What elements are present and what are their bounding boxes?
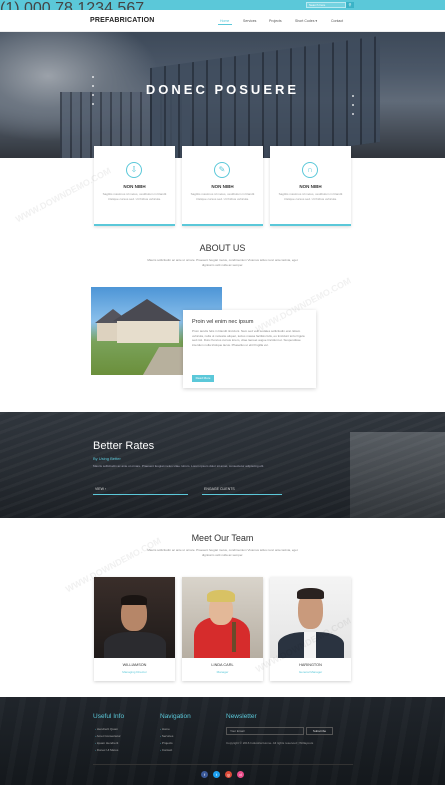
footer-useful-title: Useful Info <box>93 713 125 720</box>
footer-nav-link[interactable]: Projects <box>160 741 173 745</box>
footer-nav-title: Navigation <box>160 713 191 720</box>
subscribe-button[interactable]: Subscribe <box>306 727 333 735</box>
nav-short-codes[interactable]: Short Codes ▾ <box>295 19 317 23</box>
copyright-text: Copyright © 2016 Industrial Home. All ri… <box>226 741 314 745</box>
member-photo <box>270 577 351 658</box>
footer-nav-link[interactable]: Services <box>160 734 174 738</box>
member-name: LINDA CARL <box>211 663 234 667</box>
footer-useful-link[interactable]: Amet Consectetur <box>95 734 121 738</box>
about-title: ABOUT US <box>199 243 246 253</box>
dribbble-icon[interactable]: d <box>237 771 244 778</box>
member-name: HARINGTON <box>299 663 322 667</box>
team-text: Mauris sollicitudin ac ante ut ornare. P… <box>147 548 298 557</box>
facebook-icon[interactable]: f <box>201 771 208 778</box>
feature-title: NON NIBH <box>211 184 234 189</box>
rates-engage-link[interactable]: ENGAGE CLIENTS <box>204 487 235 491</box>
google-plus-icon[interactable]: g <box>225 771 232 778</box>
about-box: Proin vel enim nec ipsum Proin iaculis f… <box>183 310 316 388</box>
rates-view-link[interactable]: VIEW › <box>95 487 106 491</box>
footer-divider <box>93 764 353 765</box>
rates-subtitle: By Using Better <box>93 456 121 461</box>
footer-nav-link[interactable]: Contact <box>160 748 172 752</box>
team-member-card: WILLIAMSON Managing Director <box>94 577 175 681</box>
about-box-text: Proin iaculis felis in blandit tincidunt… <box>192 329 305 347</box>
rates-link-underline <box>202 494 282 495</box>
twitter-icon[interactable]: t <box>213 771 220 778</box>
nav-contact[interactable]: Contact <box>331 19 343 23</box>
team-member-card: LINDA CARL Manager <box>182 577 263 681</box>
feature-title: NON NIBH <box>299 184 322 189</box>
nav-home[interactable]: Home <box>220 19 229 23</box>
member-role: Manager <box>216 670 229 674</box>
read-more-button[interactable]: Read More <box>192 375 214 382</box>
member-photo <box>182 577 263 658</box>
slider-dots-right[interactable] <box>352 95 355 122</box>
slider-dots-left[interactable] <box>92 76 95 112</box>
member-photo <box>94 577 175 658</box>
feature-title: NON NIBH <box>123 184 146 189</box>
rates-title: Better Rates <box>93 440 155 452</box>
footer-useful-link[interactable]: Donec Ut Metus <box>95 748 119 752</box>
search-button[interactable]: ⚲ <box>346 2 354 8</box>
nav-projects[interactable]: Projects <box>269 19 282 23</box>
footer-background <box>0 697 445 785</box>
member-role: Managing Director <box>122 670 147 674</box>
footer <box>0 697 445 785</box>
pencil-icon: ✎ <box>214 162 230 178</box>
team-member-card: HARINGTON General Manager <box>270 577 351 681</box>
member-role: General Manager <box>298 670 323 674</box>
footer-newsletter-title: Newsletter <box>226 713 257 720</box>
magnet-icon: ∩ <box>302 162 318 178</box>
footer-useful-link[interactable]: Hendrerit Quam <box>95 727 118 731</box>
site-logo[interactable]: PREFABRICATION <box>90 17 155 24</box>
newsletter-email-input[interactable]: Your Email <box>226 727 304 735</box>
feature-card: ⇩ NON NIBH Sagittis maximus id metus, ve… <box>94 146 175 226</box>
footer-useful-link[interactable]: Iquam Hendrerit <box>95 741 119 745</box>
search-icon: ⚲ <box>348 2 352 7</box>
feature-card: ∩ NON NIBH Sagittis maximus id metus, ve… <box>270 146 351 226</box>
feature-text: Sagittis maximus id metus, vestibulum in… <box>102 192 167 201</box>
download-icon: ⇩ <box>126 162 142 178</box>
rates-link-underline <box>93 494 188 495</box>
rates-text: Mauris sollicitudin ac ante ut ornare. P… <box>93 464 265 468</box>
nav-active-indicator <box>218 24 232 25</box>
team-title: Meet Our Team <box>191 533 254 543</box>
search-input[interactable]: Search here <box>306 2 346 8</box>
member-name: WILLIAMSON <box>122 663 147 667</box>
feature-card: ✎ NON NIBH Sagittis maximus id metus, ve… <box>182 146 263 226</box>
about-box-title: Proin vel enim nec ipsum <box>192 319 254 325</box>
feature-text: Sagittis maximus id metus, vestibulum in… <box>278 192 343 201</box>
about-text: Mauris sollicitudin ac ante ut ornare. P… <box>147 258 298 267</box>
feature-text: Sagittis maximus id metus, vestibulum in… <box>190 192 255 201</box>
nav-services[interactable]: Services <box>243 19 256 23</box>
footer-nav-link[interactable]: Home <box>160 727 170 731</box>
hero-title: DONEC POSUERE <box>145 82 300 97</box>
